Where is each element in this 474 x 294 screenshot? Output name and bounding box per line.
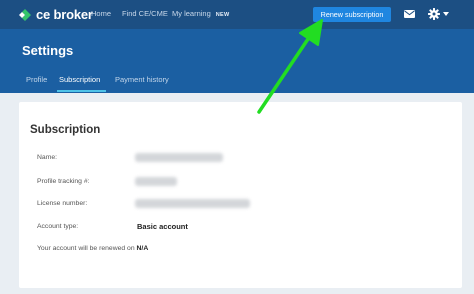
tab-profile[interactable]: Profile <box>26 75 47 84</box>
ce-broker-logo-icon <box>18 8 32 22</box>
tab-subscription[interactable]: Subscription <box>59 75 100 84</box>
renew-subscription-button[interactable]: Renew subscription <box>313 7 391 22</box>
account-type-value: Basic account <box>137 222 188 231</box>
settings-menu[interactable] <box>428 8 449 20</box>
tracking-label: Profile tracking #: <box>37 178 90 185</box>
tracking-value-redacted <box>135 177 177 186</box>
nav-link-home[interactable]: Home <box>91 9 111 18</box>
chevron-down-icon <box>443 12 449 16</box>
nav-link-my-learning[interactable]: My learning NEW <box>172 9 230 18</box>
license-label: License number: <box>37 200 88 207</box>
brand-name: ce broker <box>36 7 93 22</box>
tab-payment-history[interactable]: Payment history <box>115 75 169 84</box>
active-tab-indicator <box>57 90 106 92</box>
page-title: Settings <box>22 43 74 58</box>
gear-icon <box>428 8 440 20</box>
name-value-redacted <box>135 153 223 162</box>
renewal-text: Your account will be renewed on <box>37 245 135 252</box>
nav-link-find-ce[interactable]: Find CE/CME <box>122 9 168 18</box>
name-label: Name: <box>37 154 58 161</box>
mail-icon[interactable] <box>404 10 415 18</box>
brand-logo[interactable]: ce broker <box>18 6 93 23</box>
new-badge: NEW <box>215 12 230 18</box>
account-type-label: Account type: <box>37 223 79 230</box>
renewal-info: Your account will be renewed on N/A <box>37 245 148 252</box>
license-value-redacted <box>135 199 250 208</box>
nav-link-my-learning-label: My learning <box>172 9 211 18</box>
settings-header: Settings Profile Subscription Payment hi… <box>0 29 474 93</box>
renewal-date: N/A <box>136 245 149 252</box>
subscription-card: Subscription Name: Profile tracking #: L… <box>19 102 462 288</box>
subscription-title: Subscription <box>30 124 101 136</box>
top-navigation-bar: ce broker Home Find CE/CME My learning NE… <box>0 0 474 29</box>
